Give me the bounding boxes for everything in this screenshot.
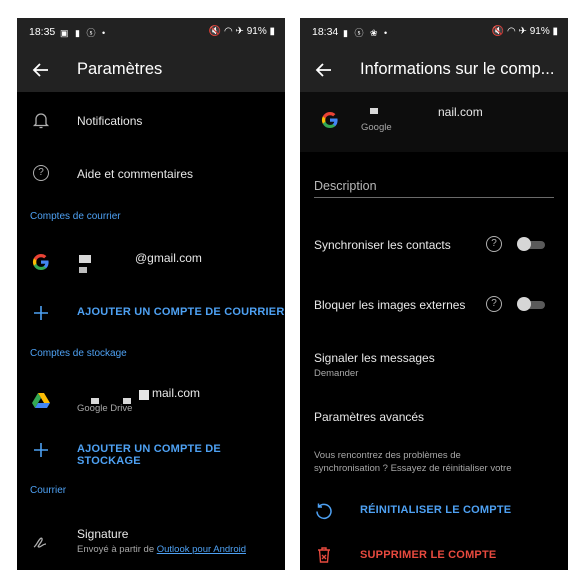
status-right: 🔇 ◠ ✈ 91% ▮ [208,26,275,37]
signature-sent-from: Envoyé à partir de [77,544,155,555]
plus-icon [34,306,48,320]
sync-contacts-label: Synchroniser les contacts [314,238,451,252]
redacted-email [79,255,91,263]
plus-icon [34,443,48,457]
account-info-screen: 18:34 ▮ ⓢ ❀ • 🔇 ◠ ✈ 91% ▮ Informations s… [300,18,568,570]
add-mail-account-label: AJOUTER UN COMPTE DE COURRIER [77,306,285,318]
description-placeholder: Description [314,179,377,193]
status-time: 18:34 [312,26,339,38]
outlook-android-link[interactable]: Outlook pour Android [157,544,246,555]
question-icon: ? [33,165,49,181]
report-messages-title: Signaler les messages [314,351,435,365]
account-provider: Google [361,122,392,133]
notifications-item[interactable]: Notifications [17,92,285,147]
mail-account-email: @gmail.com [135,251,202,265]
block-images-row: Bloquer les images externes ? [300,288,568,338]
block-images-toggle[interactable] [517,297,545,311]
sync-help-line2: synchronisation ? Essayez de réinitialis… [314,463,512,474]
report-messages-value: Demander [314,368,359,379]
signature-pen-icon [33,537,47,548]
status-bar: 18:34 ▮ ⓢ ❀ • 🔇 ◠ ✈ 91% ▮ [300,18,568,48]
help-item[interactable]: ? Aide et commentaires [17,147,285,202]
status-time: 18:35 [29,26,56,38]
delete-account-icon [318,547,330,563]
google-icon [32,253,49,271]
settings-screen: 18:35 ▣ ▮ ⓢ • 🔇 ◠ ✈ 91% ▮ Paramètres Not… [17,18,285,570]
delete-account-label: SUPPRIMER LE COMPTE [360,549,497,561]
refresh-icon [316,503,332,520]
back-arrow-icon[interactable] [314,60,334,80]
question-icon[interactable]: ? [486,296,502,312]
battery-level: 91% [246,26,267,37]
add-storage-account-label: AJOUTER UN COMPTE DE STOCKAGE [77,443,221,467]
account-email: nail.com [438,105,483,119]
add-storage-account-button[interactable]: AJOUTER UN COMPTE DE STOCKAGE [17,430,285,470]
status-bar: 18:35 ▣ ▮ ⓢ • 🔇 ◠ ✈ 91% ▮ [17,18,285,48]
advanced-settings-label: Paramètres avancés [314,410,425,424]
page-title: Paramètres [77,60,163,78]
storage-account-item[interactable]: mail.com Google Drive [17,368,285,428]
notification-icons: ▣ ▮ ⓢ • [60,28,108,38]
google-icon [321,111,338,129]
delete-account-button[interactable]: SUPPRIMER LE COMPTE [300,543,568,570]
sync-help-text: Vous rencontrez des problèmes de synchro… [300,450,568,480]
notification-icons: ▮ ⓢ ❀ • [343,28,390,38]
advanced-settings-item[interactable]: Paramètres avancés [300,403,568,438]
status-right: 🔇 ◠ ✈ 91% ▮ [491,26,558,37]
mail-section-header: Courrier [30,485,67,496]
bell-icon [32,113,50,129]
storage-accounts-header: Comptes de stockage [30,348,127,359]
add-mail-account-button[interactable]: AJOUTER UN COMPTE DE COURRIER [17,293,285,333]
report-messages-item[interactable]: Signaler les messages Demander [300,343,568,388]
sync-help-line1: Vous rencontrez des problèmes de [314,450,461,461]
sync-contacts-row: Synchroniser les contacts ? [300,228,568,278]
battery-level: 91% [529,26,550,37]
help-label: Aide et commentaires [77,167,194,181]
back-arrow-icon[interactable] [31,60,51,80]
block-images-label: Bloquer les images externes [314,298,466,312]
page-title: Informations sur le comp... [360,60,555,78]
redacted-email-part [139,390,149,400]
signature-item[interactable]: Signature Envoyé à partir de Outlook pou… [17,513,285,568]
app-bar: Informations sur le comp... [300,48,568,92]
reset-account-button[interactable]: RÉINITIALISER LE COMPTE [300,496,568,526]
google-drive-icon [32,393,50,408]
sync-contacts-toggle[interactable] [517,237,545,251]
signature-value: Envoyé à partir de Outlook pour Android [77,544,246,555]
redacted-email-part [79,267,87,273]
description-underline [314,197,554,198]
notifications-label: Notifications [77,114,143,128]
storage-account-email: mail.com [152,386,201,400]
mail-accounts-header: Comptes de courrier [30,211,121,222]
account-header: nail.com Google [300,92,568,152]
storage-provider: Google Drive [77,403,133,414]
description-field[interactable]: Description [300,168,568,208]
redacted-email [370,108,378,114]
app-bar: Paramètres [17,48,285,92]
question-icon[interactable]: ? [486,236,502,252]
signature-title: Signature [77,527,129,541]
mail-account-item[interactable]: @gmail.com [17,233,285,293]
reset-account-label: RÉINITIALISER LE COMPTE [360,504,512,516]
